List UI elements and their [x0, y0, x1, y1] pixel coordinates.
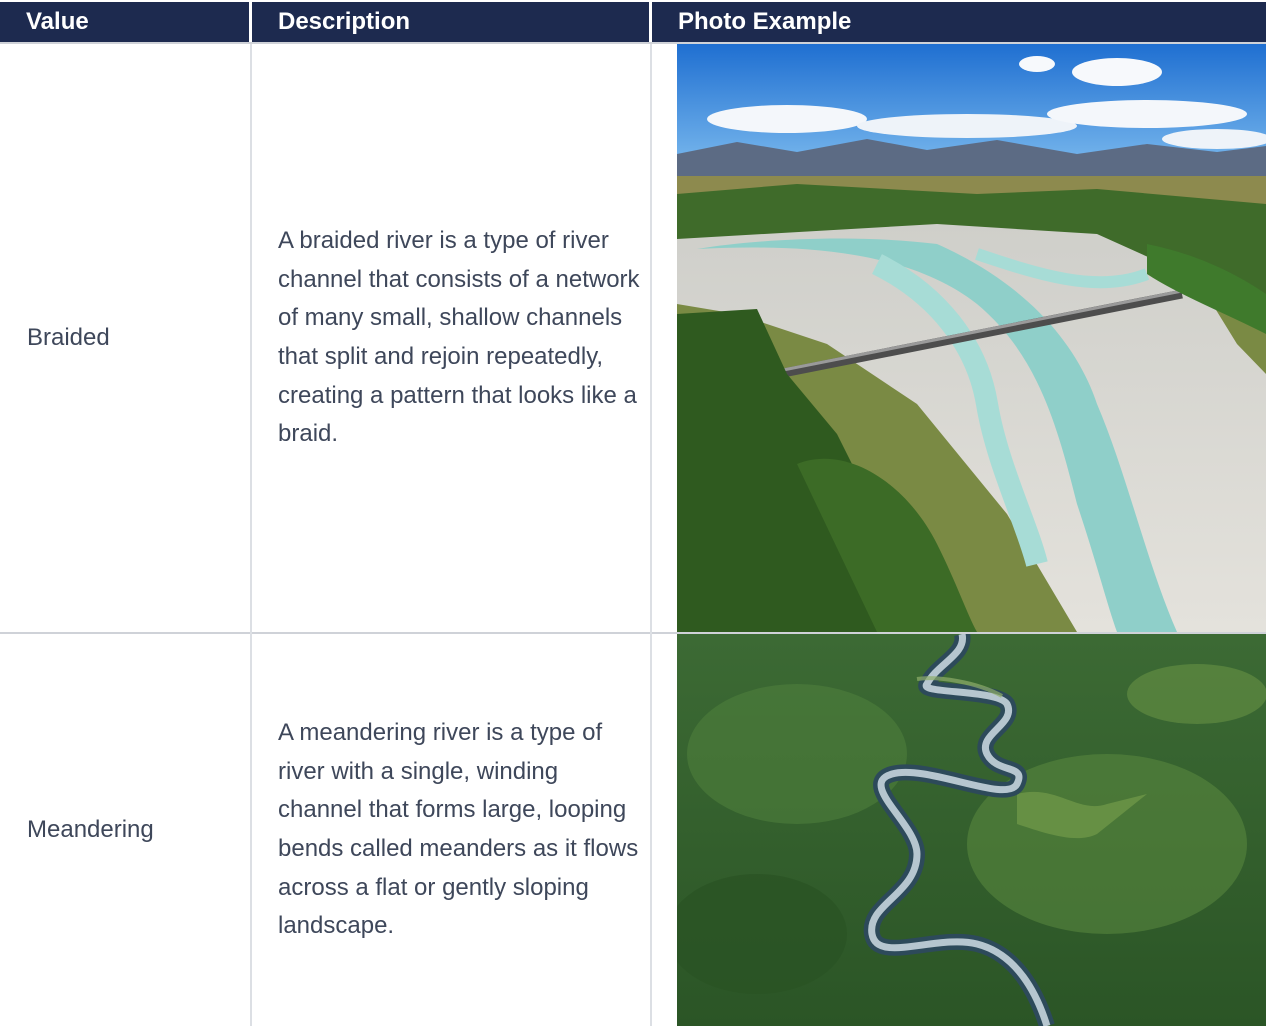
river-types-table: Value Description Photo Example Braided …	[0, 0, 1266, 1026]
table-row-meandering-value: Meandering	[0, 634, 250, 1026]
header-description-label: Description	[278, 8, 411, 35]
table-row-meandering-description: A meandering river is a type of river wi…	[252, 634, 650, 1026]
column-divider-2	[650, 44, 652, 1026]
aerial-meandering-river-photo	[677, 634, 1266, 1026]
header-value: Value	[0, 2, 249, 42]
row-description-text: A meandering river is a type of river wi…	[278, 719, 639, 940]
row-value-label: Meandering	[27, 816, 154, 843]
header-photo-example: Photo Example	[652, 2, 1266, 42]
table-row-braided-value: Braided	[0, 44, 250, 632]
meandering-river-image	[677, 634, 1266, 1026]
header-photo-example-label: Photo Example	[678, 8, 852, 35]
braided-river-image	[677, 44, 1266, 632]
row-value-label: Braided	[27, 324, 110, 351]
header-value-label: Value	[26, 8, 89, 35]
table-row-braided-description: A braided river is a type of river chann…	[252, 44, 650, 632]
row-description-text: A braided river is a type of river chann…	[278, 227, 640, 448]
aerial-braided-river-photo	[677, 44, 1266, 632]
header-description: Description	[252, 2, 649, 42]
